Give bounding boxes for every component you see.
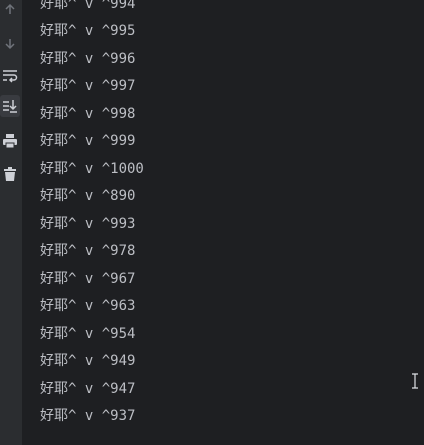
console-line: 好耶^ v ^997 (40, 78, 136, 94)
console-line: 好耶^ v ^996 (40, 51, 136, 67)
console-line: 好耶^ v ^890 (40, 188, 136, 204)
print-icon[interactable] (0, 130, 20, 152)
console-line: 好耶^ v ^949 (40, 353, 136, 369)
run-console-window: 好耶^ v ^994 好耶^ v ^995 好耶^ v ^996 好耶^ v ^… (0, 0, 424, 445)
console-output[interactable]: 好耶^ v ^994 好耶^ v ^995 好耶^ v ^996 好耶^ v ^… (22, 0, 424, 445)
console-toolbar (0, 0, 22, 445)
console-line: 好耶^ v ^999 (40, 133, 136, 149)
text-cursor-icon (412, 373, 418, 394)
arrow-down-icon[interactable] (0, 33, 20, 55)
console-line: 好耶^ v ^947 (40, 381, 136, 397)
console-line: 好耶^ v ^978 (40, 243, 136, 259)
console-line: 好耶^ v ^963 (40, 298, 136, 314)
console-line: 好耶^ v ^954 (40, 326, 136, 342)
console-line: 好耶^ v ^998 (40, 106, 136, 122)
console-line: 好耶^ v ^937 (40, 408, 136, 424)
soft-wrap-icon[interactable] (0, 65, 20, 87)
console-line: 好耶^ v ^993 (40, 216, 136, 232)
scroll-to-end-icon[interactable] (0, 95, 20, 117)
console-line: 好耶^ v ^994 (40, 0, 136, 12)
console-line: 好耶^ v ^1000 (40, 161, 144, 177)
console-line: 好耶^ v ^995 (40, 23, 136, 39)
trash-icon[interactable] (0, 163, 20, 185)
console-line: 好耶^ v ^967 (40, 271, 136, 287)
arrow-up-icon[interactable] (0, 0, 20, 20)
